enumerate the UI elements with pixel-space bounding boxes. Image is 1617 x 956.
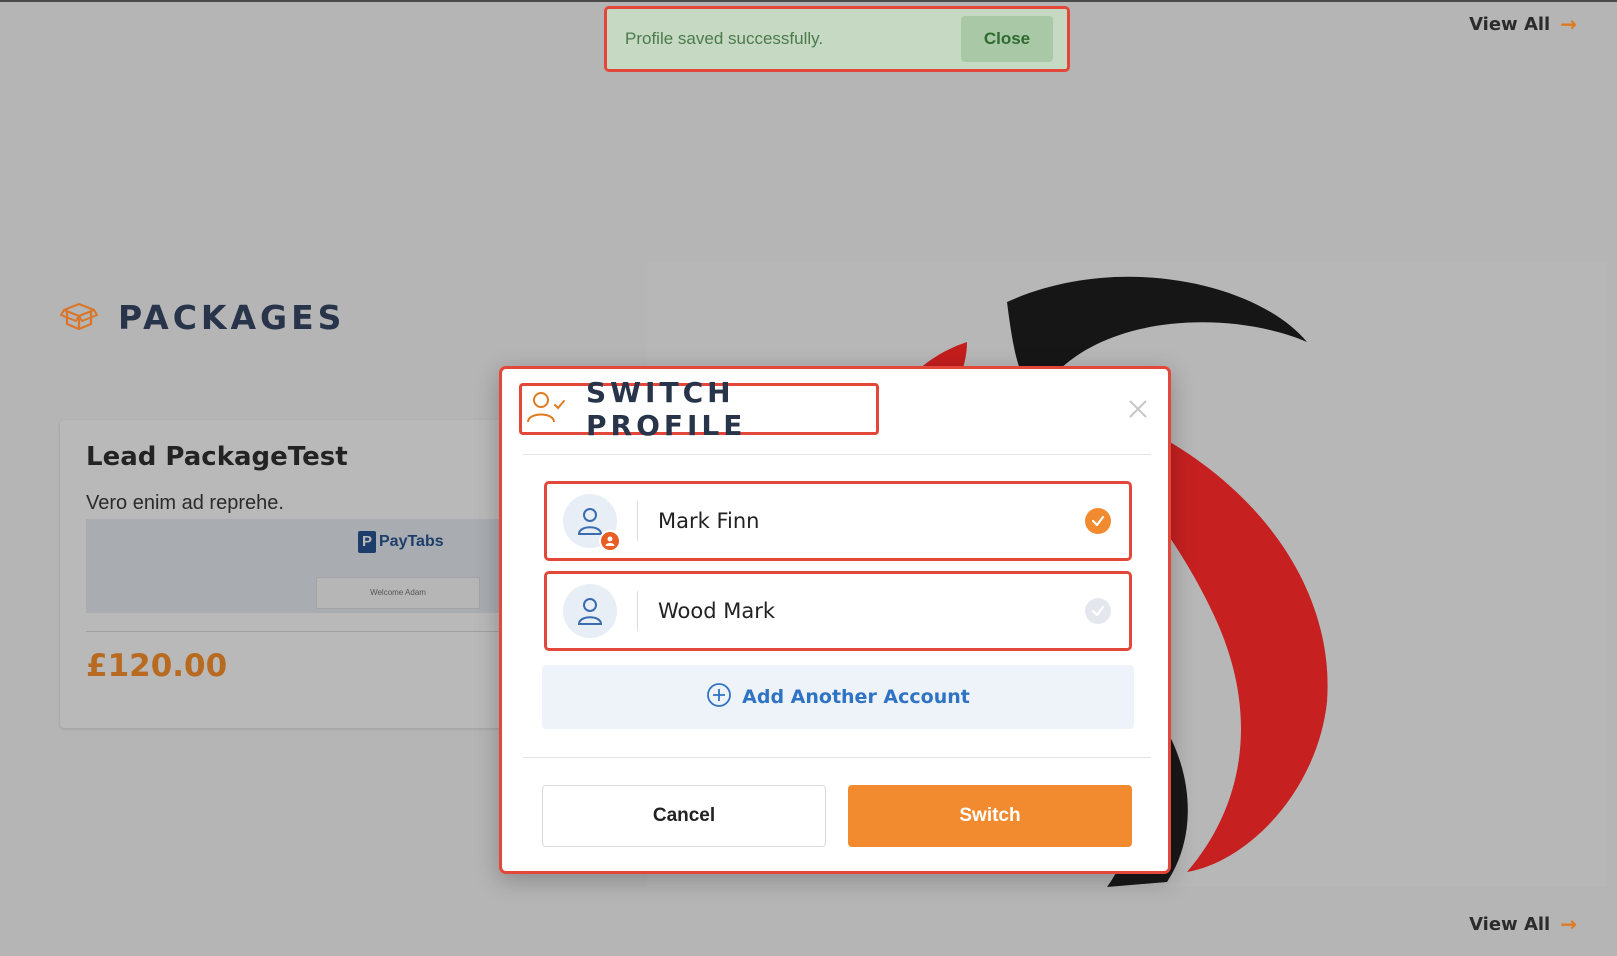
modal-title: SWITCH PROFILE xyxy=(586,376,747,442)
package-name: Lead PackageTest xyxy=(86,442,348,472)
success-toast: Profile saved successfully. Close xyxy=(604,6,1070,72)
add-account-label: Add Another Account xyxy=(742,686,970,708)
view-all-link-bottom[interactable]: View All → xyxy=(1469,912,1577,936)
close-icon[interactable] xyxy=(1126,397,1150,421)
paytabs-logo: P PayTabs xyxy=(358,531,444,553)
box-icon xyxy=(60,298,98,337)
user-check-icon xyxy=(526,390,566,429)
account-name: Mark Finn xyxy=(658,509,760,533)
switch-profile-modal: SWITCH PROFILE Mark Finn Wood Mark Add A… xyxy=(499,366,1171,874)
thumbnail-welcome: Welcome Adam xyxy=(316,577,480,609)
package-thumbnail: P PayTabs Welcome Adam xyxy=(86,519,506,613)
card-divider xyxy=(86,631,506,632)
packages-title: PACKAGES xyxy=(118,298,346,337)
arrow-right-icon: → xyxy=(1560,12,1577,36)
package-price: £120.00 xyxy=(86,648,228,684)
header-divider xyxy=(523,454,1151,455)
account-divider xyxy=(637,501,638,541)
plus-circle-icon xyxy=(706,682,732,713)
toast-close-button[interactable]: Close xyxy=(961,16,1053,62)
packages-heading: PACKAGES xyxy=(60,298,345,337)
active-user-badge-icon xyxy=(599,530,621,552)
arrow-right-icon: → xyxy=(1560,912,1577,936)
avatar xyxy=(563,584,617,638)
toast-message: Profile saved successfully. xyxy=(625,29,824,48)
switch-button[interactable]: Switch xyxy=(848,785,1132,847)
check-circle-icon xyxy=(1085,598,1111,624)
avatar xyxy=(563,494,621,552)
paytabs-p-icon: P xyxy=(358,531,376,553)
user-icon xyxy=(577,508,603,535)
account-divider xyxy=(637,591,638,631)
footer-divider xyxy=(523,757,1151,758)
package-description: Vero enim ad reprehe. xyxy=(86,492,284,514)
user-icon xyxy=(577,598,603,625)
add-account-button[interactable]: Add Another Account xyxy=(542,665,1134,729)
account-name: Wood Mark xyxy=(658,599,776,623)
package-card[interactable]: Lead PackageTest Vero enim ad reprehe. P… xyxy=(60,420,530,728)
modal-header: SWITCH PROFILE xyxy=(519,376,879,442)
top-border xyxy=(0,0,1617,2)
account-item[interactable]: Wood Mark xyxy=(544,571,1132,651)
check-circle-icon xyxy=(1085,508,1111,534)
view-all-label: View All xyxy=(1469,913,1551,935)
view-all-label: View All xyxy=(1469,13,1551,35)
cancel-button[interactable]: Cancel xyxy=(542,785,826,847)
account-item[interactable]: Mark Finn xyxy=(544,481,1132,561)
view-all-link-top[interactable]: View All → xyxy=(1469,12,1577,36)
